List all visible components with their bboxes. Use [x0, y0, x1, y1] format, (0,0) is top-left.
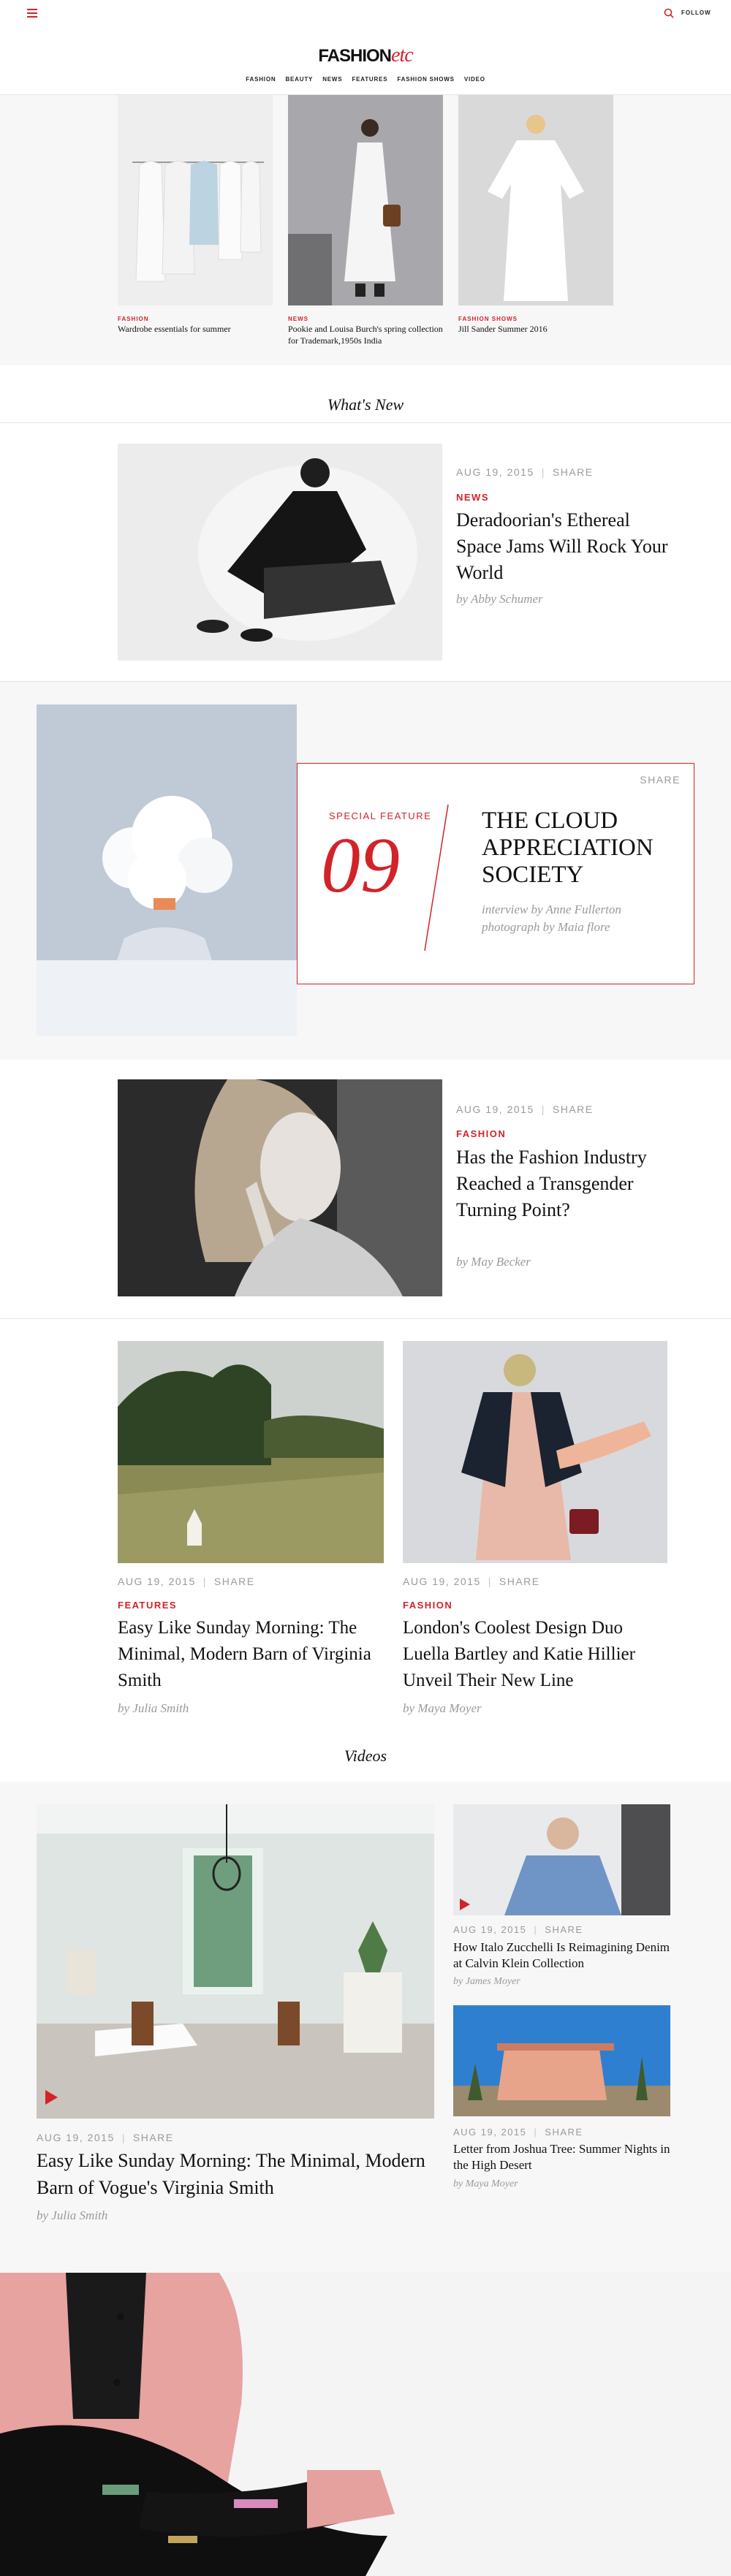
pair2-meta: AUG 19, 2015 | SHARE [403, 1576, 540, 1587]
lead-article-byline[interactable]: by Abby Schumer [456, 592, 543, 607]
nav-item-news[interactable]: NEWS [322, 76, 342, 83]
special-feature-title: THE CLOUD APPRECIATION SOCIETY [482, 808, 654, 888]
main-nav: FASHION BEAUTY NEWS FEATURES FASHION SHO… [0, 76, 731, 83]
whats-new-heading: What's New [327, 395, 404, 414]
article2-image[interactable] [118, 1079, 442, 1296]
play-icon[interactable] [44, 2089, 58, 2105]
lead-article-share[interactable]: SHARE [553, 466, 594, 478]
pair-image-2[interactable] [403, 1341, 667, 1563]
top-story-category-3[interactable]: FASHION SHOWS [458, 316, 518, 322]
lead-article-meta: AUG 19, 2015 | SHARE [456, 466, 594, 478]
video-side1-meta: AUG 19, 2015 | SHARE [453, 1924, 583, 1935]
top-story-category-2[interactable]: NEWS [288, 316, 308, 322]
video-side2-date: AUG 19, 2015 [453, 2127, 527, 2138]
divider [0, 681, 731, 682]
lead-article-title[interactable]: Deradoorian's Ethereal Space Jams Will R… [456, 507, 675, 586]
pair2-category[interactable]: FASHION [403, 1600, 452, 1611]
video-side1-date: AUG 19, 2015 [453, 1924, 527, 1935]
video-main-image[interactable] [37, 1804, 434, 2119]
pair-image-1[interactable] [118, 1341, 384, 1563]
video-main-meta: AUG 19, 2015 | SHARE [37, 2132, 174, 2143]
divider [0, 422, 731, 423]
search-icon[interactable] [664, 8, 674, 18]
site-header: FOLLOW FASHIONetc FASHION BEAUTY NEWS FE… [0, 0, 731, 95]
top-story-title-2[interactable]: Pookie and Louisa Burch's spring collect… [288, 323, 443, 346]
special-feature-number: 09 [321, 822, 400, 909]
video-main-byline[interactable]: by Julia Smith [37, 2208, 107, 2223]
video-side2-title[interactable]: Letter from Joshua Tree: Summer Nights i… [453, 2141, 673, 2173]
pair2-share[interactable]: SHARE [499, 1576, 540, 1587]
video-side2-share[interactable]: SHARE [545, 2127, 583, 2138]
special-feature-box[interactable]: SHARE SPECIAL FEATURE 09 THE CLOUD APPRE… [297, 763, 694, 984]
videos-heading: Videos [344, 1747, 387, 1765]
pair1-category[interactable]: FEATURES [118, 1600, 177, 1611]
nav-item-fashion[interactable]: FASHION [246, 76, 276, 83]
article2-byline[interactable]: by May Becker [456, 1255, 531, 1269]
hero-image[interactable] [0, 2273, 731, 2576]
article2-share[interactable]: SHARE [553, 1103, 594, 1115]
video-side1-share[interactable]: SHARE [545, 1924, 583, 1935]
pair2-date: AUG 19, 2015 [403, 1576, 481, 1587]
lead-article-category[interactable]: NEWS [456, 492, 489, 503]
video-side2-meta: AUG 19, 2015 | SHARE [453, 2127, 583, 2138]
special-feature-image[interactable] [37, 704, 297, 1036]
site-logo[interactable]: FASHIONetc [0, 44, 731, 67]
lead-article-image[interactable] [118, 444, 442, 661]
top-story-title-1[interactable]: Wardrobe essentials for summer [118, 323, 273, 335]
pair1-date: AUG 19, 2015 [118, 1576, 196, 1587]
top-story-category-1[interactable]: FASHION [118, 316, 149, 322]
hamburger-menu-icon[interactable] [27, 9, 37, 18]
video-main-share[interactable]: SHARE [133, 2132, 174, 2143]
logo-main: FASHION [318, 46, 392, 66]
special-feature-share[interactable]: SHARE [640, 774, 681, 786]
pair1-title[interactable]: Easy Like Sunday Morning: The Minimal, M… [118, 1615, 388, 1694]
article2-date: AUG 19, 2015 [456, 1103, 534, 1115]
special-feature-slash [424, 805, 449, 951]
lead-article-date: AUG 19, 2015 [456, 466, 534, 478]
video-side1-byline[interactable]: by James Moyer [453, 1976, 520, 1988]
nav-item-features[interactable]: FEATURES [352, 76, 387, 83]
video-main-date: AUG 19, 2015 [37, 2132, 115, 2143]
pair2-title[interactable]: London's Coolest Design Duo Luella Bartl… [403, 1615, 673, 1694]
video-side1-title[interactable]: How Italo Zucchelli Is Reimagining Denim… [453, 1939, 673, 1972]
top-story-title-3[interactable]: Jill Sander Summer 2016 [458, 323, 613, 335]
video-side-image-2[interactable] [453, 2005, 670, 2116]
nav-item-video[interactable]: VIDEO [464, 76, 485, 83]
special-feature-label: SPECIAL FEATURE [329, 810, 432, 821]
video-main-title[interactable]: Easy Like Sunday Morning: The Minimal, M… [37, 2147, 434, 2201]
video-side-image-1[interactable] [453, 1804, 670, 1915]
top-story-image-3[interactable] [458, 95, 613, 305]
follow-link[interactable]: FOLLOW [681, 10, 711, 16]
pair1-meta: AUG 19, 2015 | SHARE [118, 1576, 255, 1587]
nav-item-beauty[interactable]: BEAUTY [285, 76, 313, 83]
pair1-share[interactable]: SHARE [214, 1576, 255, 1587]
nav-item-fashion-shows[interactable]: FASHION SHOWS [397, 76, 454, 83]
video-side2-byline[interactable]: by Maya Moyer [453, 2178, 518, 2190]
article2-title[interactable]: Has the Fashion Industry Reached a Trans… [456, 1144, 675, 1223]
play-icon[interactable] [459, 1898, 471, 1911]
article2-category[interactable]: FASHION [456, 1128, 506, 1139]
logo-accent: etc [391, 44, 414, 67]
top-story-image-1[interactable] [118, 95, 273, 305]
top-story-image-2[interactable] [288, 95, 443, 305]
pair1-byline[interactable]: by Julia Smith [118, 1701, 189, 1716]
special-feature-credits: interview by Anne Fullerton photograph b… [482, 903, 621, 934]
pair2-byline[interactable]: by Maya Moyer [403, 1701, 482, 1716]
article2-meta: AUG 19, 2015 | SHARE [456, 1103, 594, 1115]
